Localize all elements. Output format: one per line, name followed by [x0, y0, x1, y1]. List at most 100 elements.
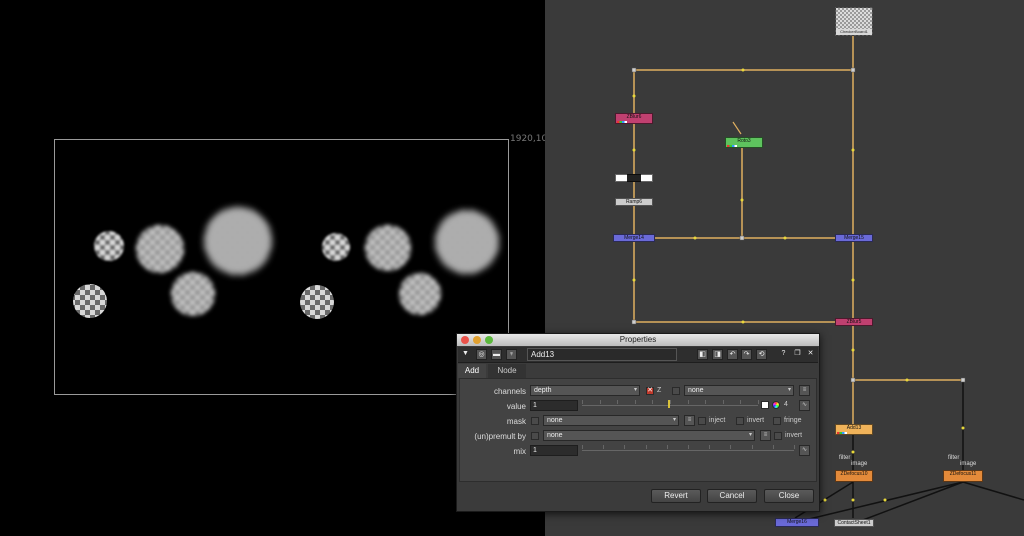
undo-icon[interactable]: ↶ [727, 349, 738, 360]
slider-tick [751, 445, 753, 449]
zoom-window-button[interactable] [485, 336, 493, 344]
slider-tick [645, 445, 647, 449]
value-channel-count[interactable]: 4 [784, 401, 788, 408]
channel-link-button[interactable]: ≡ [799, 385, 810, 396]
triangle-down-icon[interactable]: ▼ [460, 349, 471, 360]
animation-curve-button[interactable]: ∿ [799, 445, 810, 456]
color-icon[interactable]: ◨ [712, 349, 723, 360]
close-button[interactable]: Close [764, 489, 814, 503]
node-crop[interactable] [615, 174, 653, 182]
node-contact-sheet[interactable]: ContactSheet1 [834, 519, 874, 527]
revert-button[interactable]: Revert [651, 489, 701, 503]
node-zblur[interactable]: ZBlur6 [615, 113, 653, 124]
node-checkerboard[interactable]: CheckerBoard1 [835, 7, 873, 36]
second-channel-checkbox[interactable] [672, 387, 680, 395]
chevron-down-icon: ▾ [633, 387, 637, 393]
node-label: Merge14 [624, 235, 644, 241]
slider-tick [617, 400, 619, 404]
mix-input[interactable]: 1 [530, 445, 578, 456]
unpremult-checkbox[interactable] [531, 432, 539, 440]
tab-node[interactable]: Node [488, 364, 526, 378]
invert-mask-checkbox[interactable] [736, 417, 744, 425]
node-zdefocus-left[interactable]: ZDefocus10 [835, 470, 873, 482]
slider-tick [670, 400, 671, 404]
node-label: CheckerBoard1 [836, 29, 872, 35]
slider-tick [722, 400, 724, 404]
slider-track [582, 450, 794, 451]
circle [399, 273, 441, 315]
node-merge-left[interactable]: Merge14 [613, 234, 655, 242]
node-copy[interactable]: ZBlur5 [835, 318, 873, 326]
slider-tick [687, 400, 689, 404]
unpremult-link-button[interactable]: ≡ [760, 430, 771, 441]
close-icon[interactable]: ✕ [805, 349, 816, 360]
image-input-label: image [960, 461, 977, 467]
inject-checkbox[interactable] [698, 417, 706, 425]
mix-slider[interactable] [582, 445, 795, 454]
fringe-checkbox[interactable] [773, 417, 781, 425]
mask-link-button[interactable]: ≡ [684, 415, 695, 426]
node-label: Add13 [846, 425, 862, 431]
window-title: Properties [619, 335, 657, 344]
unpremult-label: (un)premult by [474, 432, 526, 441]
node-label: ZBlur5 [846, 319, 862, 325]
redo-icon[interactable]: ↷ [741, 349, 752, 360]
node-ramp[interactable]: Ramp6 [615, 198, 653, 206]
close-window-button[interactable] [461, 336, 469, 344]
window-titlebar[interactable]: Properties [457, 334, 819, 346]
node-label: Merge16 [787, 519, 807, 525]
channel-badge [727, 145, 737, 147]
node-label: Ramp6 [625, 199, 643, 205]
value-slider[interactable] [582, 400, 759, 409]
circle [435, 210, 499, 274]
node-roto[interactable]: Roto3 [725, 137, 763, 148]
mask-dropdown[interactable]: none ▾ [543, 415, 679, 426]
revert-icon[interactable]: ⟲ [756, 349, 767, 360]
image-input-label: image [851, 461, 868, 467]
circle [204, 207, 272, 275]
float-icon[interactable]: ❐ [792, 349, 803, 360]
z-channel-checkbox[interactable]: ✕ [646, 387, 654, 395]
node-label: ZBlur6 [626, 114, 642, 120]
node-label: ZDefocus11 [949, 471, 977, 477]
color-icon[interactable]: ◧ [697, 349, 708, 360]
node-merge-right[interactable]: Merge15 [835, 234, 873, 242]
unpremult-invert-checkbox[interactable] [774, 432, 782, 440]
node-zdefocus-right[interactable]: ZDefocus11 [943, 470, 983, 482]
slider-tick [709, 445, 711, 449]
inject-label: inject [709, 417, 726, 424]
mask-value: none [547, 417, 563, 424]
slider-tick [634, 400, 636, 404]
tab-add[interactable]: Add [458, 364, 486, 378]
node-name-field[interactable]: Add13 [527, 348, 677, 361]
mask-checkbox[interactable] [531, 417, 539, 425]
unpremult-dropdown[interactable]: none ▾ [543, 430, 755, 441]
circle [94, 231, 124, 261]
slider-tick [740, 400, 742, 404]
mix-label: mix [513, 447, 526, 456]
cancel-button[interactable]: Cancel [707, 489, 757, 503]
animation-curve-button[interactable]: ∿ [799, 400, 810, 411]
value-label: value [506, 402, 526, 411]
slider-tick [624, 445, 626, 449]
color-swatch[interactable] [761, 401, 769, 409]
viewer-icon[interactable]: ▬ [491, 349, 502, 360]
slider-tick [603, 445, 605, 449]
unpremult-invert-label: invert [785, 432, 803, 439]
circle [322, 233, 350, 261]
properties-window[interactable]: Properties ▼ ◎ ▬ ♆ Add13 ◧ ◨ ↶ ↷ ⟲ ? ❐ ✕… [456, 333, 820, 512]
slider-tick [705, 400, 707, 404]
slider-tick [758, 400, 759, 404]
channels-dropdown[interactable]: depth ▾ [530, 385, 640, 396]
pin-icon[interactable]: ♆ [506, 349, 517, 360]
value-input[interactable]: 1 [530, 400, 578, 411]
help-icon[interactable]: ? [778, 349, 789, 360]
second-channels-dropdown[interactable]: none ▾ [684, 385, 794, 396]
minimize-window-button[interactable] [473, 336, 481, 344]
slider-tick [772, 445, 774, 449]
node-merge-bottom[interactable]: Merge16 [775, 518, 819, 527]
unpremult-value: none [547, 432, 563, 439]
color-wheel-icon[interactable] [772, 401, 780, 409]
gear-icon[interactable]: ◎ [476, 349, 487, 360]
node-add[interactable]: Add13 [835, 424, 873, 435]
